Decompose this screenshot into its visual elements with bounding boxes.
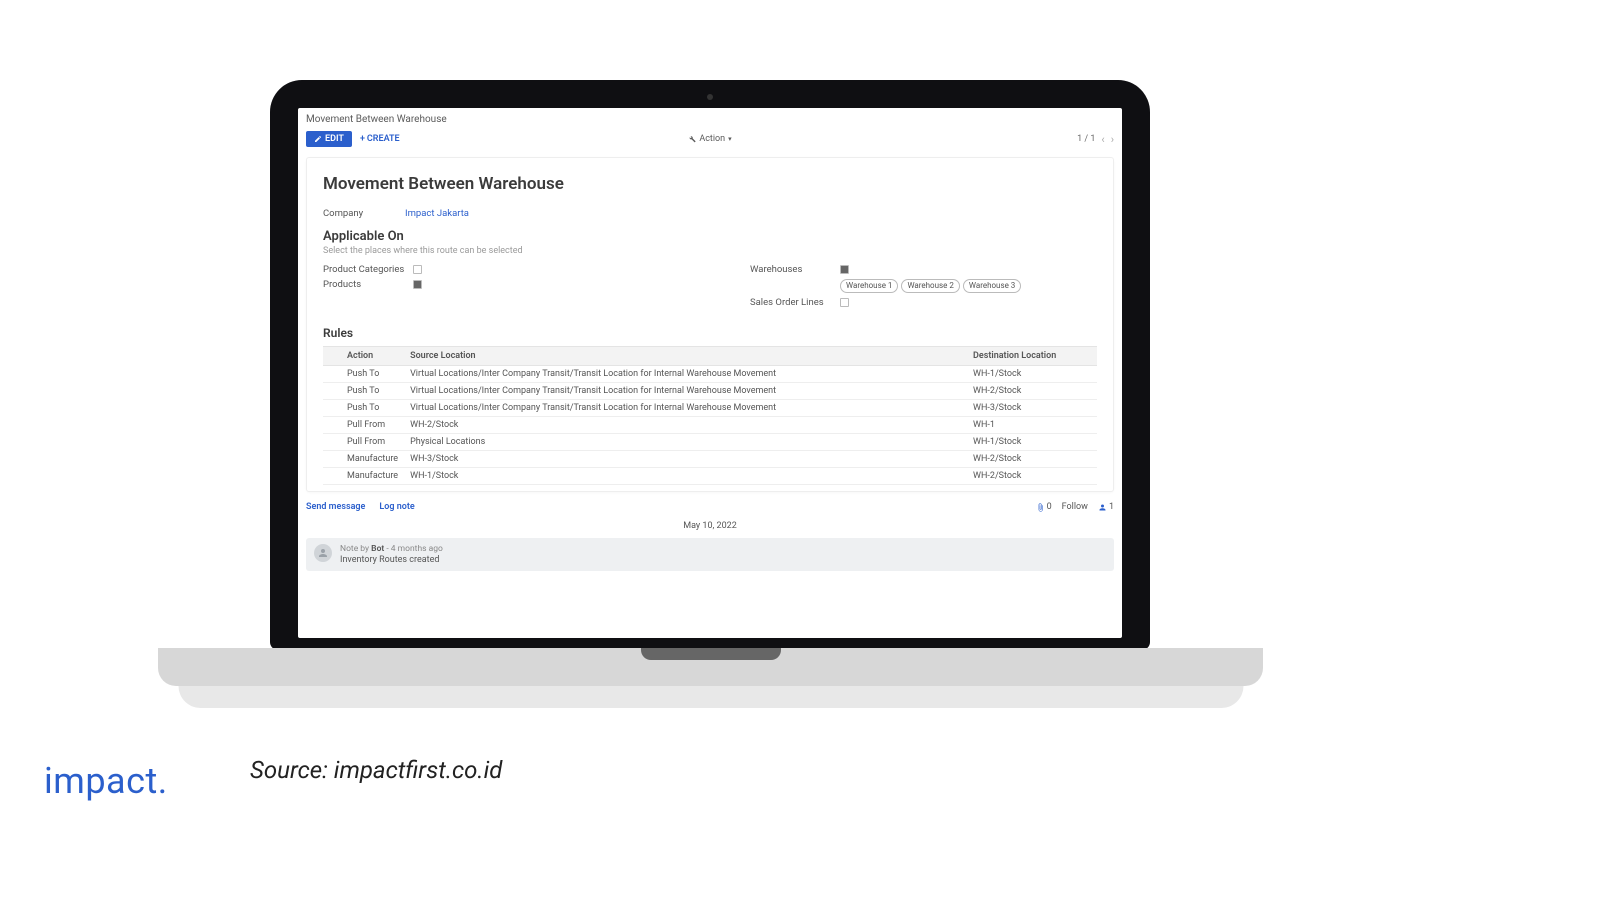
form-title: Movement Between Warehouse [323, 174, 1097, 194]
cell-action: Manufacture [323, 451, 404, 468]
cell-dest: WH-1/Stock [967, 366, 1097, 383]
cell-action: Push To [323, 400, 404, 417]
table-row[interactable]: Pull From Physical Locations WH-1/Stock [323, 434, 1097, 451]
option-row: Products [323, 279, 670, 290]
tag[interactable]: Warehouse 3 [963, 279, 1021, 293]
table-row[interactable]: Push To Virtual Locations/Inter Company … [323, 383, 1097, 400]
action-label: Action [699, 134, 725, 144]
company-link[interactable]: Impact Jakarta [405, 208, 469, 219]
toolbar: EDIT + CREATE Action ▾ 1 / 1 ‹ › [298, 129, 1122, 153]
cell-source: WH-2/Stock [404, 417, 967, 434]
cell-action: Pull From [323, 434, 404, 451]
cell-dest: WH-1 [967, 417, 1097, 434]
follow-button[interactable]: Follow [1062, 502, 1088, 512]
follower-count: 1 [1109, 502, 1114, 512]
pencil-icon [314, 135, 322, 143]
app-screen: Movement Between Warehouse EDIT + CREATE… [298, 108, 1122, 638]
applicable-on-sub: Select the places where this route can b… [323, 246, 1097, 256]
cell-action: Pull From [323, 417, 404, 434]
cell-source: Physical Locations [404, 434, 967, 451]
cell-dest: WH-1/Stock [967, 434, 1097, 451]
breadcrumb[interactable]: Movement Between Warehouse [306, 114, 1114, 125]
cell-source: WH-1/Stock [404, 468, 967, 485]
pager-text: 1 / 1 [1077, 134, 1095, 144]
option-label: Warehouses [750, 264, 840, 275]
checkbox[interactable] [840, 298, 849, 307]
cell-action: Push To [323, 366, 404, 383]
caret-down-icon: ▾ [728, 135, 732, 143]
tags-row: Warehouse 1Warehouse 2 Warehouse 3 [750, 279, 1097, 293]
pager: 1 / 1 ‹ › [1077, 134, 1114, 145]
company-field: Company Impact Jakarta [323, 208, 1097, 219]
plus-icon: + [360, 134, 365, 144]
laptop-frame: Movement Between Warehouse EDIT + CREATE… [270, 80, 1150, 650]
avatar [314, 544, 332, 562]
checkbox[interactable] [413, 265, 422, 274]
applicable-left: Product Categories Products [323, 264, 670, 312]
option-label: Sales Order Lines [750, 297, 840, 308]
chatter: Send message Log note 0 Follow 1 May 10,… [306, 500, 1114, 571]
cell-source: WH-3/Stock [404, 451, 967, 468]
laptop-base [158, 648, 1263, 686]
warehouse-tags: Warehouse 1Warehouse 2 Warehouse 3 [840, 279, 1021, 293]
applicable-on-heading: Applicable On [323, 229, 1097, 244]
cell-dest: WH-2/Stock [967, 468, 1097, 485]
edit-label: EDIT [325, 134, 344, 144]
edit-button[interactable]: EDIT [306, 131, 352, 147]
cell-dest: WH-2/Stock [967, 383, 1097, 400]
chatter-date: May 10, 2022 [306, 518, 1114, 534]
table-row[interactable]: Manufacture WH-3/Stock WH-2/Stock [323, 451, 1097, 468]
cell-dest: WH-3/Stock [967, 400, 1097, 417]
pager-next[interactable]: › [1111, 134, 1114, 145]
action-dropdown[interactable]: Action ▾ [688, 134, 731, 144]
table-row[interactable]: Pull From WH-2/Stock WH-1 [323, 417, 1097, 434]
create-label: CREATE [367, 134, 400, 144]
send-message-link[interactable]: Send message [306, 502, 365, 512]
cell-source: Virtual Locations/Inter Company Transit/… [404, 366, 967, 383]
chatter-note: Note by Bot - 4 months ago Inventory Rou… [306, 538, 1114, 571]
checkbox[interactable] [840, 265, 849, 274]
option-row: Warehouses [750, 264, 1097, 275]
col-source[interactable]: Source Location [404, 347, 967, 366]
topbar: Movement Between Warehouse [298, 108, 1122, 129]
cell-dest: WH-2/Stock [967, 451, 1097, 468]
form-sheet: Movement Between Warehouse Company Impac… [306, 157, 1114, 492]
cell-source: Virtual Locations/Inter Company Transit/… [404, 383, 967, 400]
applicable-right: Warehouses Warehouse 1Warehouse 2Warehou… [750, 264, 1097, 312]
rules-table: Action Source Location Destination Locat… [323, 346, 1097, 485]
rules-heading: Rules [323, 326, 1097, 340]
cell-source: Virtual Locations/Inter Company Transit/… [404, 400, 967, 417]
table-row[interactable]: Manufacture WH-1/Stock WH-2/Stock [323, 468, 1097, 485]
user-icon [1098, 503, 1107, 512]
attach-count: 0 [1047, 502, 1052, 512]
checkbox[interactable] [413, 280, 422, 289]
attachments-button[interactable]: 0 [1036, 502, 1052, 512]
create-button[interactable]: + CREATE [360, 134, 400, 144]
col-dest[interactable]: Destination Location [967, 347, 1097, 366]
col-action[interactable]: Action [323, 347, 404, 366]
table-row[interactable]: Push To Virtual Locations/Inter Company … [323, 400, 1097, 417]
option-label: Product Categories [323, 264, 413, 275]
log-note-link[interactable]: Log note [379, 502, 414, 512]
tag[interactable]: Warehouse 1 [840, 279, 898, 293]
option-row: Sales Order Lines [750, 297, 1097, 308]
pager-prev[interactable]: ‹ [1101, 134, 1104, 145]
note-author-line: Note by Bot - 4 months ago [340, 544, 443, 554]
source-caption: Source: impactfirst.co.id [250, 756, 502, 784]
cell-action: Manufacture [323, 468, 404, 485]
chatter-top: Send message Log note 0 Follow 1 [306, 500, 1114, 518]
paperclip-icon [1036, 503, 1045, 512]
wrench-icon [688, 135, 696, 143]
followers-button[interactable]: 1 [1098, 502, 1114, 512]
brand-logo: impact. [44, 760, 168, 802]
note-message: Inventory Routes created [340, 555, 443, 565]
option-label: Products [323, 279, 413, 290]
option-row: Product Categories [323, 264, 670, 275]
company-label: Company [323, 208, 405, 219]
tag[interactable]: Warehouse 2 [901, 279, 959, 293]
avatar-icon [317, 547, 329, 559]
table-row[interactable]: Push To Virtual Locations/Inter Company … [323, 366, 1097, 383]
applicable-columns: Product Categories Products Warehouses W… [323, 264, 1097, 312]
cell-action: Push To [323, 383, 404, 400]
